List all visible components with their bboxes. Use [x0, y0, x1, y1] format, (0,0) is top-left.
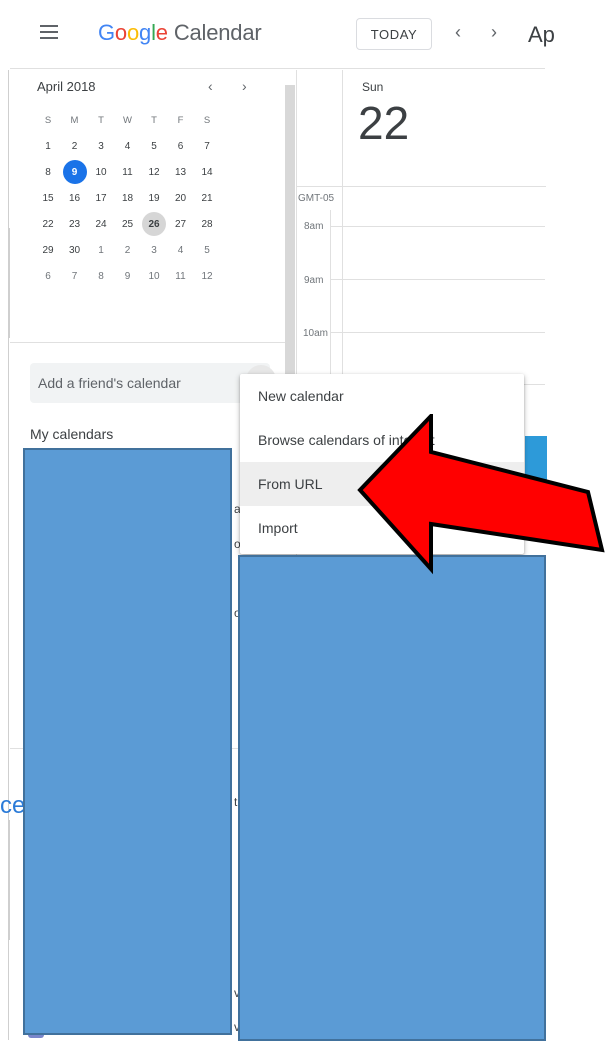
mini-calendar-day[interactable]: 7 — [63, 264, 87, 288]
mini-calendar-day[interactable]: 14 — [195, 160, 219, 184]
weekday-header: F — [177, 114, 184, 126]
mini-calendar-day[interactable]: 9 — [62, 160, 87, 184]
redaction-box — [238, 555, 546, 1041]
mini-calendar-day[interactable]: 5 — [142, 134, 166, 158]
mini-calendar-day[interactable]: 4 — [169, 238, 193, 262]
mini-calendar-day[interactable]: 12 — [142, 160, 166, 184]
mini-calendar-day[interactable]: 1 — [36, 134, 60, 158]
hour-gridline — [330, 226, 545, 227]
mini-calendar-day[interactable]: 10 — [89, 160, 113, 184]
mini-calendar-day[interactable]: 5 — [195, 238, 219, 262]
mini-calendar-day[interactable]: 3 — [142, 238, 166, 262]
mini-calendar-day[interactable]: 23 — [63, 212, 87, 236]
hour-gridline — [330, 279, 545, 280]
mini-calendar-day[interactable]: 2 — [63, 134, 87, 158]
mini-calendar-day[interactable]: 22 — [36, 212, 60, 236]
mini-calendar-day[interactable]: 15 — [36, 186, 60, 210]
sidebar-scroll-marker — [8, 820, 10, 940]
mini-calendar-day[interactable]: 8 — [36, 160, 60, 184]
mini-calendar-day[interactable]: 24 — [89, 212, 113, 236]
mini-calendar-next-icon[interactable]: › — [242, 78, 247, 94]
mini-calendar-day[interactable]: 8 — [89, 264, 113, 288]
redaction-box — [23, 448, 232, 1035]
mini-calendar-day[interactable]: 6 — [169, 134, 193, 158]
mini-calendar-day[interactable]: 12 — [195, 264, 219, 288]
mini-calendar-day[interactable]: 25 — [116, 212, 140, 236]
mini-calendar-day[interactable]: 13 — [169, 160, 193, 184]
mini-calendar-day[interactable]: 28 — [195, 212, 219, 236]
header-divider — [10, 68, 545, 69]
mini-calendar-day[interactable]: 2 — [116, 238, 140, 262]
mini-calendar-day[interactable]: 10 — [142, 264, 166, 288]
sidebar-link-fragment[interactable]: ce — [0, 792, 25, 820]
weekday-header: M — [70, 114, 79, 126]
google-calendar-logo: Google Calendar — [98, 20, 262, 45]
hour-gutter-line — [330, 210, 331, 385]
chevron-right-icon[interactable]: › — [491, 22, 497, 43]
day-name: Sun — [362, 80, 384, 94]
weekday-header: T — [98, 114, 104, 126]
weekday-header: S — [203, 114, 211, 126]
today-button[interactable]: TODAY — [356, 18, 432, 50]
mini-calendar-day[interactable]: 19 — [142, 186, 166, 210]
sidebar-scrollbar[interactable] — [285, 85, 295, 405]
mini-calendar-day[interactable]: 9 — [116, 264, 140, 288]
all-day-divider — [296, 186, 546, 187]
day-number[interactable]: 22 — [358, 96, 409, 150]
hour-label: 9am — [304, 275, 324, 286]
page-title: Ap — [528, 22, 555, 47]
my-calendars-heading[interactable]: My calendars — [30, 426, 113, 442]
hour-gridline — [330, 332, 545, 333]
chevron-left-icon[interactable]: ‹ — [455, 22, 461, 43]
mini-calendar-prev-icon[interactable]: ‹ — [208, 78, 213, 94]
mini-calendar-day[interactable]: 21 — [195, 186, 219, 210]
add-friend-calendar-input[interactable] — [30, 363, 270, 403]
hour-label: 8am — [304, 221, 324, 232]
calendar-label-fragment: t — [234, 795, 238, 809]
hamburger-menu-icon[interactable] — [40, 25, 58, 43]
red-arrow-annotation — [357, 414, 605, 575]
mini-calendar-day[interactable]: 3 — [89, 134, 113, 158]
hour-label: 10am — [303, 328, 329, 339]
mini-calendar-day[interactable]: 18 — [116, 186, 140, 210]
mini-calendar-day[interactable]: 4 — [116, 134, 140, 158]
mini-calendar-day[interactable]: 26 — [142, 212, 166, 236]
day-column-border — [342, 70, 343, 385]
mini-calendar-day[interactable]: 17 — [89, 186, 113, 210]
weekday-header: S — [44, 114, 52, 126]
mini-calendar-day[interactable]: 11 — [116, 160, 140, 184]
mini-calendar-day[interactable]: 20 — [169, 186, 193, 210]
mini-calendar-day[interactable]: 11 — [169, 264, 193, 288]
mini-calendar-grid: S M T W T F S 1 2 3 4 5 6 7 8 9 10 11 12 13 14 15 16 17 18 19 20 21… — [36, 108, 222, 290]
mini-calendar-day[interactable]: 29 — [36, 238, 60, 262]
mini-calendar-day[interactable]: 1 — [89, 238, 113, 262]
mini-calendar-day[interactable]: 16 — [63, 186, 87, 210]
weekday-header: T — [151, 114, 157, 126]
sidebar-scroll-marker — [8, 228, 10, 338]
mini-calendar-divider — [10, 342, 285, 343]
weekday-header: W — [123, 114, 132, 126]
mini-calendar-day[interactable]: 27 — [169, 212, 193, 236]
mini-calendar-day[interactable]: 30 — [63, 238, 87, 262]
mini-calendar-day[interactable]: 7 — [195, 134, 219, 158]
mini-calendar-day[interactable]: 6 — [36, 264, 60, 288]
menu-item-new-calendar[interactable]: New calendar — [240, 374, 524, 418]
mini-calendar-title: April 2018 — [37, 79, 96, 94]
timezone-label: GMT-05 — [298, 193, 335, 204]
